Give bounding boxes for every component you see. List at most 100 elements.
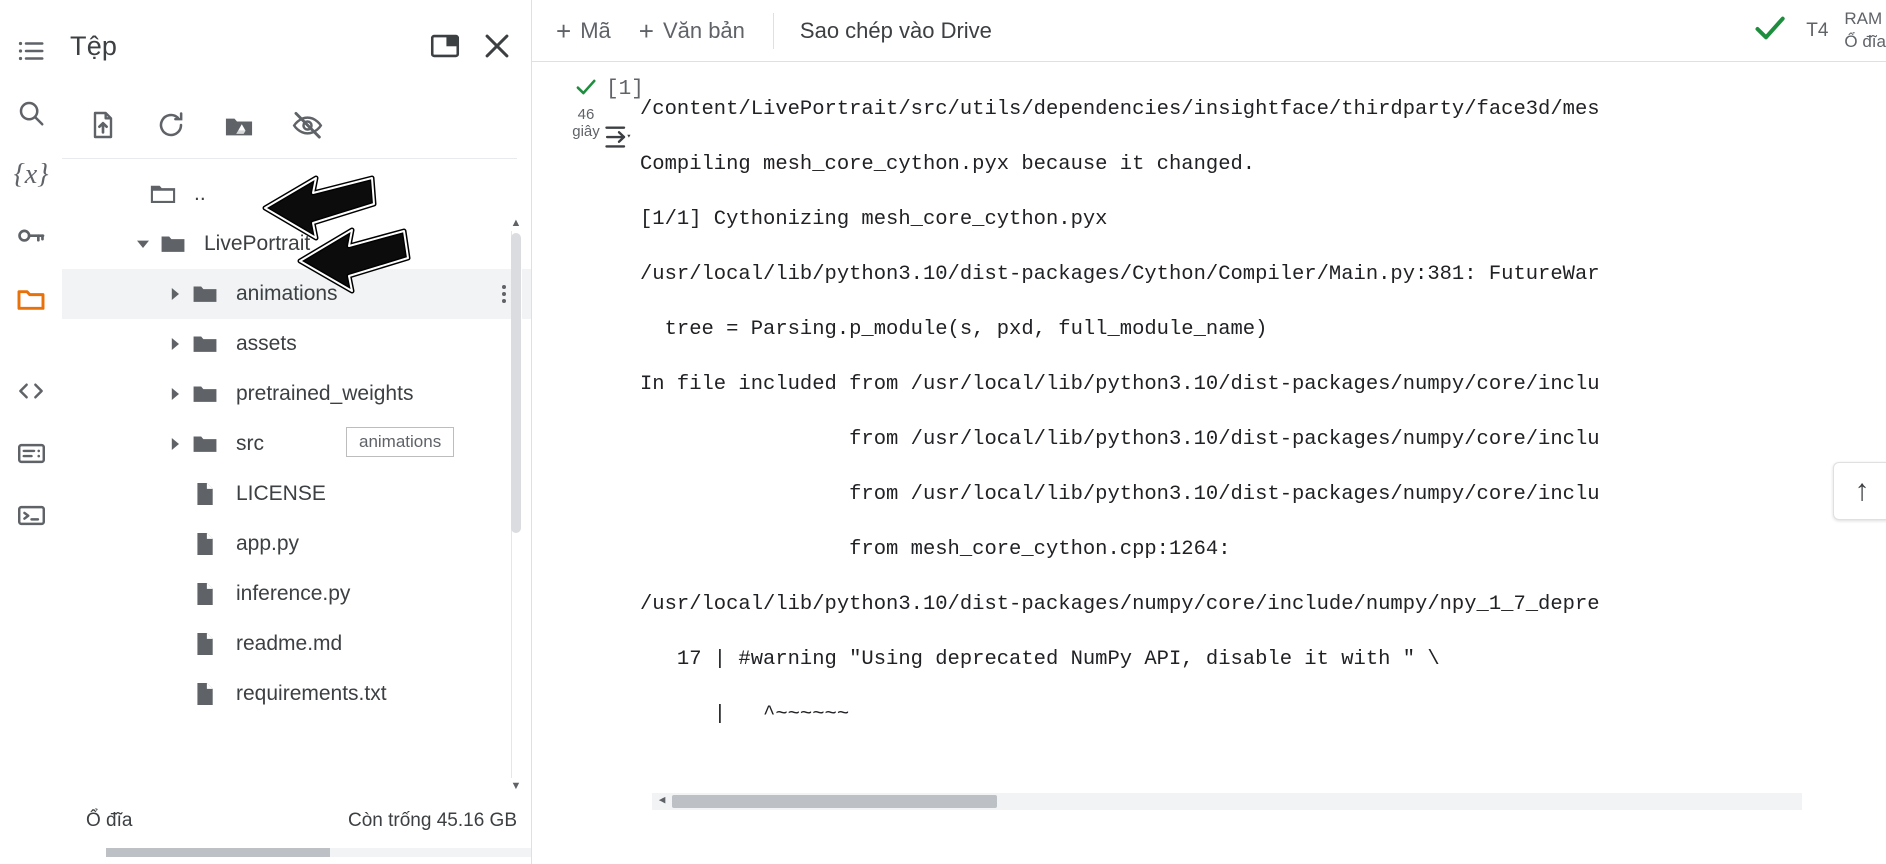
hidden-files-icon[interactable] [290, 108, 324, 142]
resource-usage-indicator[interactable]: RAM Ổ đĩa [1844, 8, 1886, 54]
output-line: Compiling mesh_core_cython.pyx because i… [640, 152, 1256, 176]
cell-1-gutter: 46 giây [532, 62, 640, 864]
folder-up-icon [146, 180, 180, 208]
code-snippets-icon[interactable] [7, 360, 55, 422]
free-space-label: Còn trống 45.16 GB [348, 810, 517, 831]
split-pane-icon[interactable] [419, 20, 471, 72]
tooltip-animations: animations [346, 427, 455, 457]
list-item-label: assets [236, 332, 297, 355]
file-icon [188, 630, 222, 658]
scroll-up-arrow-icon[interactable]: ▲ [507, 215, 525, 231]
list-item[interactable]: assets [62, 319, 531, 369]
upload-icon[interactable] [86, 108, 120, 142]
disk-label: Ổ đĩa [1844, 31, 1886, 51]
output-line: | ^~~~~~~ [640, 702, 850, 726]
list-item-label: LivePortrait [204, 232, 311, 255]
notebook-area: + Mã + Văn bản Sao chép vào Drive T4 RAM… [532, 0, 1886, 864]
scrollbar-thumb[interactable] [106, 848, 330, 857]
scrollbar-thumb[interactable] [511, 233, 521, 533]
file-panel-footer: Ổ đĩa Còn trống 45.16 GB [62, 804, 531, 864]
add-text-cell-label: Văn bản [662, 17, 745, 43]
toolbar-right-group: T4 RAM Ổ đĩa [1750, 8, 1886, 54]
refresh-icon[interactable] [154, 108, 188, 142]
notebook-scroll-area[interactable]: 46 giây [1] /content/LivePortrait/src/ut… [532, 62, 1886, 864]
folder-icon [188, 430, 222, 458]
chevron-right-icon[interactable] [162, 331, 188, 357]
cell-1-output-hscrollbar[interactable]: ◀ [652, 793, 1802, 810]
add-code-cell-button[interactable]: + Mã [542, 18, 625, 44]
add-text-cell-button[interactable]: + Văn bản [625, 18, 759, 44]
cell-duration-value: 46 [577, 106, 595, 123]
mount-drive-icon[interactable] [222, 108, 256, 142]
notebook-cell-1: 46 giây [1] /content/LivePortrait/src/ut… [532, 62, 1886, 864]
list-item[interactable]: animations [62, 269, 531, 319]
scroll-down-arrow-icon[interactable]: ▼ [507, 778, 525, 794]
file-panel-toolbar [62, 92, 517, 159]
secrets-key-icon[interactable] [7, 206, 55, 268]
list-item[interactable]: app.py [62, 519, 531, 569]
search-icon[interactable] [7, 82, 55, 144]
file-tree[interactable]: .. LivePortrait animations assets pretra… [62, 159, 531, 804]
notebook-toolbar: + Mã + Văn bản Sao chép vào Drive T4 RAM… [532, 0, 1886, 62]
files-folder-icon[interactable] [7, 268, 55, 330]
cell-execution-count: [1] [606, 78, 644, 101]
list-item-label: pretrained_weights [236, 382, 414, 405]
folder-icon [188, 280, 222, 308]
list-item[interactable]: inference.py [62, 569, 531, 619]
scroll-left-arrow-icon[interactable]: ◀ [652, 788, 672, 816]
cell-status-check-icon [573, 74, 599, 104]
file-panel-horizontal-scrollbar[interactable] [106, 848, 531, 857]
commands-icon[interactable] [7, 422, 55, 484]
output-line: /usr/local/lib/python3.10/dist-packages/… [640, 262, 1600, 286]
file-tree-scrollbar[interactable]: ▲ ▼ [507, 215, 525, 794]
list-item-label: LICENSE [236, 482, 326, 505]
output-expand-icon[interactable] [602, 122, 636, 152]
colab-window: {x} Tệp .. LivePortrait animations asset… [0, 0, 1886, 864]
list-item[interactable]: .. [62, 169, 531, 219]
plus-icon: + [638, 15, 654, 46]
folder-icon [188, 330, 222, 358]
file-panel-title: Tệp [70, 30, 118, 61]
close-icon[interactable] [471, 20, 523, 72]
chevron-down-icon[interactable] [130, 231, 156, 257]
ram-label: RAM [1844, 8, 1883, 28]
folder-icon [156, 230, 190, 258]
cell-duration-unit: giây [572, 123, 600, 141]
plus-icon: + [556, 15, 572, 46]
cell-1-output: /content/LivePortrait/src/utils/dependen… [640, 62, 1886, 864]
chevron-right-icon[interactable] [162, 431, 188, 457]
output-line: [1/1] Cythonizing mesh_core_cython.pyx [640, 207, 1108, 231]
scroll-to-top-icon[interactable]: ↑ [1833, 462, 1886, 520]
output-line: from /usr/local/lib/python3.10/dist-pack… [640, 482, 1600, 506]
scrollbar-thumb[interactable] [672, 795, 997, 808]
terminal-icon[interactable] [7, 484, 55, 546]
output-line: from /usr/local/lib/python3.10/dist-pack… [640, 427, 1600, 451]
add-code-cell-label: Mã [580, 17, 611, 43]
output-line: /content/LivePortrait/src/utils/dependen… [640, 97, 1600, 121]
list-item[interactable]: readme.md [62, 619, 531, 669]
list-item[interactable]: LICENSE [62, 469, 531, 519]
list-item[interactable]: pretrained_weights [62, 369, 531, 419]
connected-check-icon[interactable] [1750, 8, 1790, 53]
list-item-label: src [236, 432, 264, 455]
list-item-label: .. [194, 182, 206, 205]
cell-duration: 46 giây [572, 106, 600, 141]
output-line: /usr/local/lib/python3.10/dist-packages/… [640, 592, 1600, 616]
list-item[interactable]: src [62, 419, 531, 469]
file-icon [188, 580, 222, 608]
chevron-right-icon[interactable] [162, 381, 188, 407]
file-icon [188, 530, 222, 558]
copy-to-drive-button[interactable]: Sao chép vào Drive [788, 18, 1004, 44]
output-line: from mesh_core_cython.cpp:1264: [640, 537, 1231, 561]
list-item-label: requirements.txt [236, 682, 387, 705]
list-item-label: animations [236, 282, 338, 305]
list-item[interactable]: requirements.txt [62, 669, 531, 719]
list-item-label: readme.md [236, 632, 343, 655]
file-icon [188, 680, 222, 708]
variables-icon[interactable]: {x} [7, 144, 55, 206]
runtime-type-label[interactable]: T4 [1806, 20, 1828, 42]
toc-icon[interactable] [7, 20, 55, 82]
list-item[interactable]: LivePortrait [62, 219, 531, 269]
chevron-right-icon[interactable] [162, 281, 188, 307]
file-icon [188, 480, 222, 508]
